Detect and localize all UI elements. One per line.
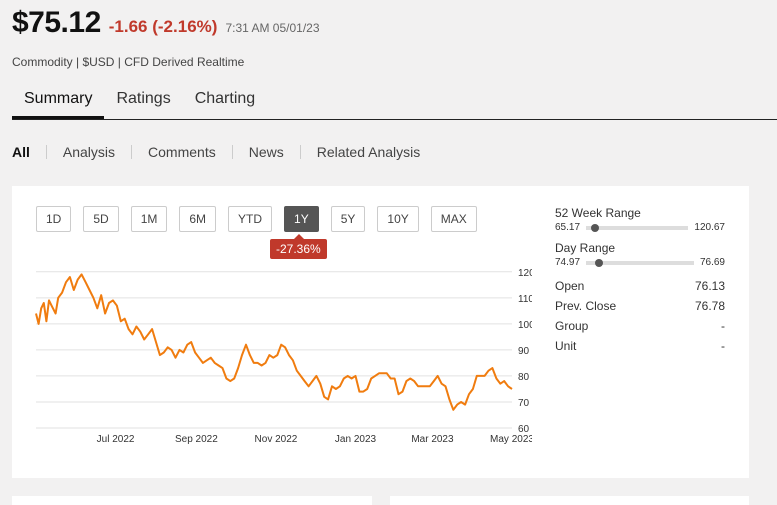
filter-news[interactable]: News bbox=[249, 144, 284, 160]
y-tick-label: 90 bbox=[518, 346, 530, 357]
y-tick-label: 110 bbox=[518, 294, 532, 305]
week52-range: 52 Week Range 65.17 120.67 bbox=[555, 206, 725, 233]
quote-header: $75.12 -1.66 (-2.16%) 7:31 AM 05/01/23 bbox=[12, 6, 320, 40]
stat-prev-close-value: 76.78 bbox=[694, 299, 725, 313]
x-tick-label: Mar 2023 bbox=[411, 434, 454, 445]
filter-analysis[interactable]: Analysis bbox=[63, 144, 115, 160]
stat-unit-value: - bbox=[721, 339, 725, 353]
stat-prev-close: Prev. Close 76.78 bbox=[555, 296, 725, 316]
price-line-chart[interactable]: 60708090100110120Jul 2022 Sep 2022 Nov 202… bbox=[32, 256, 532, 451]
y-tick-label: 100 bbox=[518, 320, 532, 331]
stat-open-label: Open bbox=[555, 279, 585, 293]
stat-open-value: 76.13 bbox=[694, 279, 725, 293]
quote-stats: 52 Week Range 65.17 120.67 Day Range 74.… bbox=[555, 206, 725, 356]
range-6m-button[interactable]: 6M bbox=[179, 206, 217, 232]
divider bbox=[131, 145, 133, 159]
day-range-bar bbox=[586, 258, 694, 267]
stat-group: Group - bbox=[555, 316, 725, 336]
stat-open: Open 76.13 bbox=[555, 276, 725, 296]
day-high: 76.69 bbox=[699, 257, 725, 268]
instrument-subtitle: Commodity | $USD | CFD Derived Realtime bbox=[12, 55, 245, 69]
range-10y-button[interactable]: 10Y bbox=[377, 206, 419, 232]
price-change: -1.66 (-2.16%) bbox=[108, 17, 218, 36]
y-tick-label: 120 bbox=[518, 268, 532, 279]
x-tick-label: Nov 2022 bbox=[255, 434, 298, 445]
x-tick-label: Jan 2023 bbox=[335, 434, 377, 445]
day-low: 74.97 bbox=[555, 257, 581, 268]
x-tick-label: Jul 2022 bbox=[97, 434, 135, 445]
stat-prev-close-label: Prev. Close bbox=[555, 299, 617, 313]
stat-group-label: Group bbox=[555, 319, 589, 333]
lower-card-right bbox=[390, 496, 749, 505]
x-tick-label: May 2023 bbox=[490, 434, 532, 445]
filter-all[interactable]: All bbox=[12, 144, 30, 160]
stat-group-value: - bbox=[721, 319, 725, 333]
week52-range-title: 52 Week Range bbox=[555, 206, 641, 220]
lower-card-left bbox=[12, 496, 372, 505]
tab-charting[interactable]: Charting bbox=[183, 82, 267, 119]
range-5y-button[interactable]: 5Y bbox=[330, 206, 366, 232]
range-5d-button[interactable]: 5D bbox=[83, 206, 119, 232]
week52-high: 120.67 bbox=[694, 222, 725, 233]
day-range-marker bbox=[594, 258, 603, 267]
y-tick-label: 80 bbox=[518, 372, 530, 383]
day-range-title: Day Range bbox=[555, 241, 616, 255]
range-1y-button[interactable]: 1Y bbox=[284, 206, 319, 232]
stat-unit-label: Unit bbox=[555, 339, 577, 353]
main-tabs: Summary Ratings Charting bbox=[12, 82, 777, 120]
range-selector: 1D 5D 1M 6M YTD 1Y 5Y 10Y MAX bbox=[36, 206, 489, 232]
tab-summary[interactable]: Summary bbox=[12, 82, 105, 119]
content-filter-tabs: All Analysis Comments News Related Analy… bbox=[12, 144, 420, 160]
price: $75.12 bbox=[12, 6, 101, 39]
x-tick-label: Sep 2022 bbox=[175, 434, 218, 445]
range-1d-button[interactable]: 1D bbox=[36, 206, 72, 232]
price-chart-card: 1D 5D 1M 6M YTD 1Y 5Y 10Y MAX -27.36% 60… bbox=[12, 186, 749, 478]
week52-range-marker bbox=[591, 223, 600, 232]
divider bbox=[299, 145, 301, 159]
day-range: Day Range 74.97 76.69 bbox=[555, 241, 725, 268]
price-series-line bbox=[35, 273, 513, 411]
y-tick-label: 70 bbox=[518, 398, 530, 409]
range-max-button[interactable]: MAX bbox=[430, 206, 477, 232]
divider bbox=[45, 145, 47, 159]
stat-unit: Unit - bbox=[555, 336, 725, 356]
range-1m-button[interactable]: 1M bbox=[130, 206, 168, 232]
week52-range-bar bbox=[586, 223, 689, 232]
range-ytd-button[interactable]: YTD bbox=[228, 206, 273, 232]
divider bbox=[231, 145, 233, 159]
filter-comments[interactable]: Comments bbox=[148, 144, 216, 160]
timestamp: 7:31 AM 05/01/23 bbox=[225, 21, 320, 35]
week52-low: 65.17 bbox=[555, 222, 581, 233]
filter-related-analysis[interactable]: Related Analysis bbox=[317, 144, 421, 160]
tab-ratings[interactable]: Ratings bbox=[104, 82, 182, 119]
